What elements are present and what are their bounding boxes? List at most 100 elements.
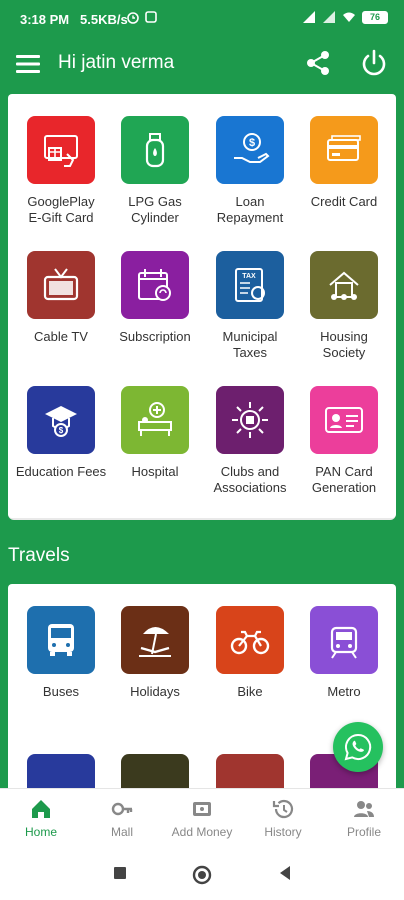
service-icon-box [310,386,378,454]
menu-icon[interactable] [14,50,42,78]
service-icon-box: $ [216,116,284,184]
nav-label: Mall [110,825,133,839]
travel-label: Bike [237,684,263,699]
alarm-icon [127,12,139,24]
service-tile[interactable]: GooglePlay E-Gift Card [13,116,109,226]
travel-icon-box [216,606,284,674]
service-icon-box: TAX [216,251,284,319]
whatsapp-icon [344,733,372,761]
back-icon[interactable] [277,865,293,881]
gas-cylinder-icon [145,133,165,168]
service-tile[interactable]: Clubs and Associations [202,386,298,496]
status-time: 3:18 PM [20,12,70,27]
travels-title: Travels [8,545,70,566]
profile-icon [354,801,374,817]
service-tile[interactable]: Hospital [107,386,203,480]
travel-label: Metro [327,684,361,699]
svg-text:$: $ [249,137,255,149]
network-speed: 5.5KB/s [80,12,128,27]
nav-label: Home [24,825,57,839]
gift-card-icon [44,135,78,167]
service-tile[interactable]: $ Education Fees [13,386,109,480]
service-icon-box [121,251,189,319]
travel-icon-box [310,606,378,674]
nav-item-add-money[interactable]: Add Money [162,797,242,839]
id-card-icon [325,407,363,433]
svg-text:TAX: TAX [242,273,256,280]
house-icon [329,271,359,300]
service-icon-box [27,116,95,184]
user-greeting: Hi jatin verma [58,52,175,73]
travel-tile-partial[interactable] [121,754,189,788]
service-label: Cable TV [34,329,88,344]
service-label: Loan Repayment [216,194,284,225]
nav-label: Profile [346,825,381,839]
status-bar: 3:18 PM 5.5KB/s 76 [0,0,404,40]
service-label: Subscription [119,329,191,344]
travel-tile[interactable]: Metro [296,606,392,700]
nav-item-history[interactable]: History [243,797,323,839]
power-icon[interactable] [359,48,389,78]
hospital-icon [138,402,172,436]
home-system-icon[interactable] [192,865,212,885]
service-label: LPG Gas Cylinder [128,194,182,225]
bike-icon [230,630,270,655]
travel-label: Holidays [130,684,180,699]
screen-icon [145,11,157,23]
svg-text:$: $ [59,426,64,435]
service-icon-box [310,116,378,184]
travel-tile-partial[interactable] [216,754,284,788]
service-icon-box: $ [27,386,95,454]
battery-indicator: 76 [362,10,388,24]
calendar-icon [138,269,171,301]
bottom-nav: Home Mall Add Money History Profile [0,788,404,848]
service-icon-box [121,116,189,184]
nav-label: History [264,825,302,839]
travel-tile[interactable]: Holidays [107,606,203,700]
beach-icon [139,627,171,657]
service-icon-box [216,386,284,454]
service-label: Education Fees [15,464,107,479]
nav-item-profile[interactable]: Profile [324,797,404,839]
app-bar: Hi jatin verma [0,40,404,88]
service-tile[interactable]: Credit Card [296,116,392,210]
wallet-icon [193,802,211,816]
travel-tile[interactable]: Buses [13,606,109,700]
service-label: Municipal Taxes [222,329,278,360]
tv-icon [43,268,79,301]
travel-icon-box [27,606,95,674]
service-label: GooglePlay E-Gift Card [27,194,95,225]
home-icon [32,800,50,818]
service-tile[interactable]: Housing Society [296,251,392,361]
service-label: Credit Card [310,194,378,209]
service-tile[interactable]: PAN Card Generation [296,386,392,496]
service-tile[interactable]: TAX Municipal Taxes [202,251,298,361]
service-tile[interactable]: LPG Gas Cylinder [107,116,203,226]
nav-item-mall[interactable]: Mall [82,797,162,839]
system-nav-bar [0,848,404,900]
key-icon [111,802,133,816]
metro-icon [330,626,358,659]
travel-tile-partial[interactable] [27,754,95,788]
loan-icon: $ [234,133,270,163]
service-tile[interactable]: Subscription [107,251,203,345]
service-label: PAN Card Generation [311,464,377,495]
nav-item-home[interactable]: Home [1,797,81,839]
service-label: Hospital [131,464,179,479]
clubs-icon [232,402,268,438]
signal-icon [303,11,315,23]
credit-card-icon [327,135,361,161]
share-icon[interactable] [303,48,333,78]
tax-icon: TAX [235,268,265,302]
whatsapp-button[interactable] [333,722,383,772]
service-tile[interactable]: Cable TV [13,251,109,345]
signal-icon-2 [323,11,335,23]
travel-tile[interactable]: Bike [202,606,298,700]
service-label: Housing Society [320,329,368,360]
travel-icon-box [121,606,189,674]
bus-icon [48,624,74,656]
service-icon-box [27,251,95,319]
recent-apps-icon[interactable] [112,865,128,881]
service-tile[interactable]: $ Loan Repayment [202,116,298,226]
history-icon [272,799,294,819]
